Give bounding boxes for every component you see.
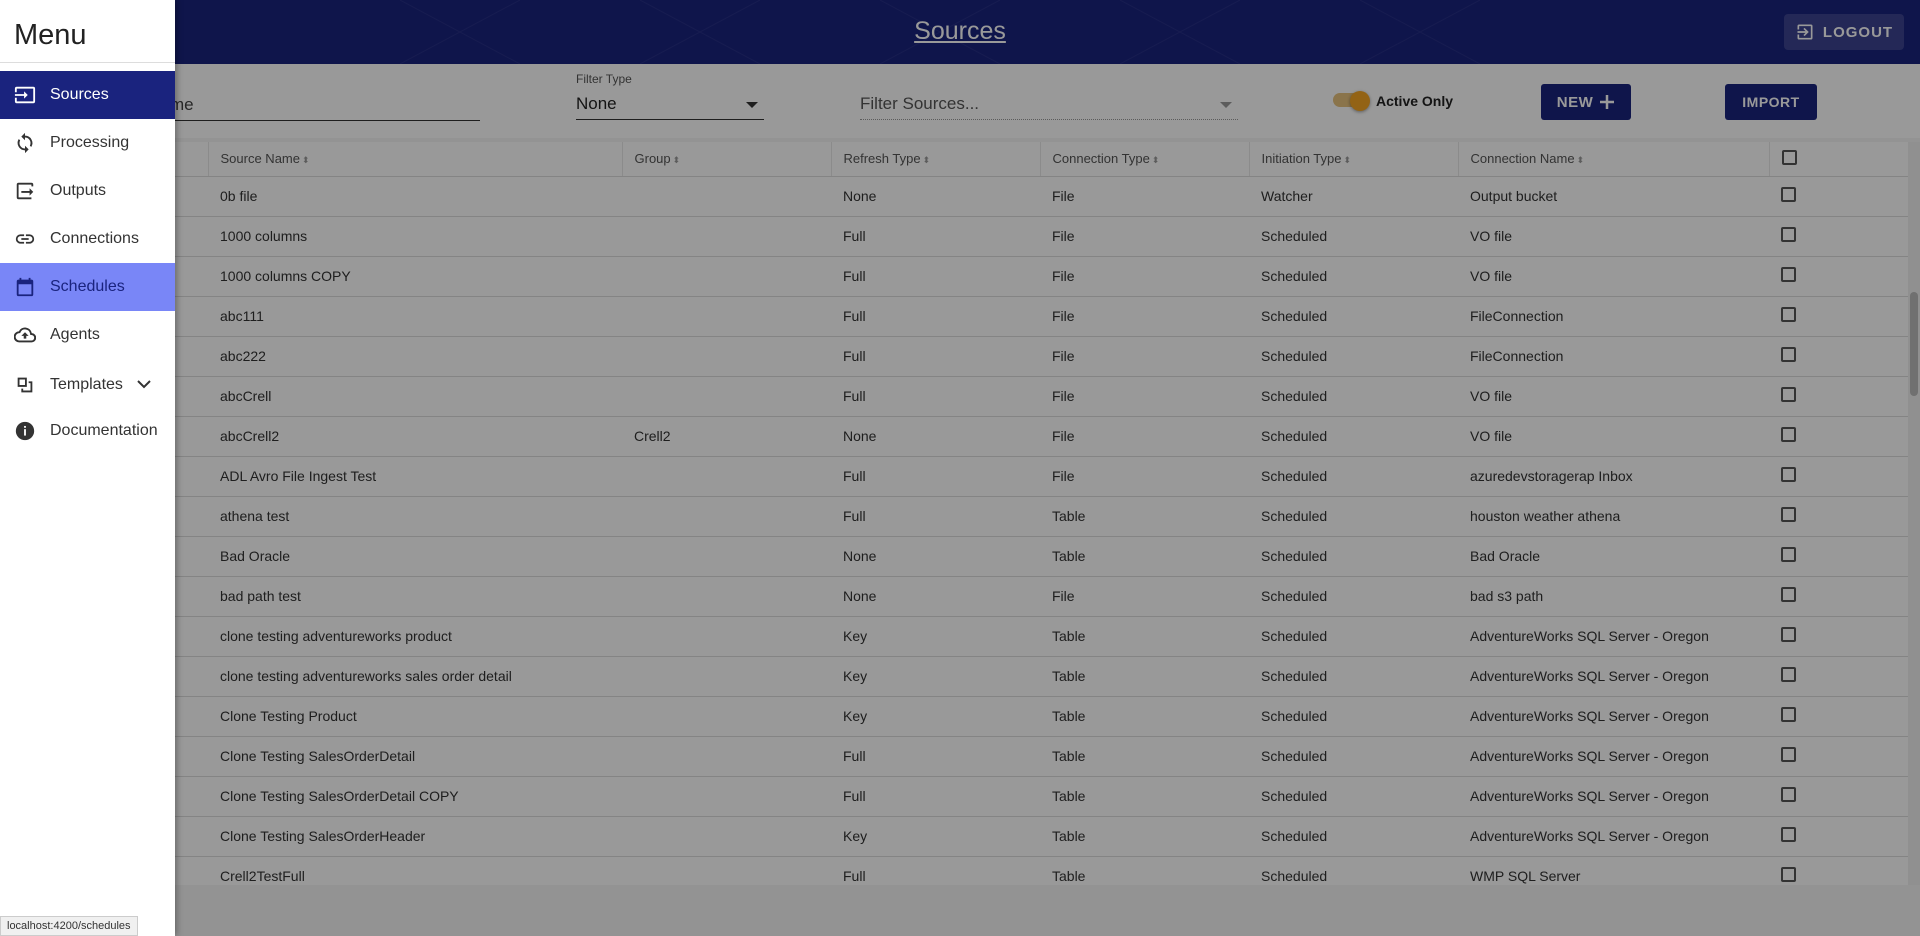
sidebar-item-processing[interactable]: Processing [0,119,175,167]
sidebar-item-documentation[interactable]: Documentation [0,407,175,455]
sidebar-item-label: Documentation [50,422,158,439]
sync-icon [0,132,50,154]
sidebar-item-label: Outputs [50,182,107,199]
sidebar-item-label: Sources [50,86,109,103]
sidebar-item-outputs[interactable]: Outputs [0,167,175,215]
sidebar-item-sources[interactable]: Sources [0,71,175,119]
sidebar-item-label: Templates [50,376,123,393]
drawer-backdrop[interactable] [0,0,1920,936]
side-menu: Menu Sources Processing Outputs Connections… [0,0,175,936]
output-icon [0,180,50,202]
sidebar-item-agents[interactable]: Agents [0,311,175,359]
sidebar-item-schedules[interactable]: Schedules [0,263,175,311]
input-icon [0,84,50,106]
sidebar-item-templates[interactable]: Templates [0,361,175,409]
sidebar-item-label: Agents [50,326,100,343]
info-icon [0,420,50,442]
sidebar-item-label: Connections [50,230,139,247]
calendar-icon [0,276,50,298]
sidebar-item-connections[interactable]: Connections [0,215,175,263]
sidebar-item-label: Schedules [50,278,125,295]
chevron-down-icon[interactable] [137,376,151,394]
menu-divider [0,62,175,63]
link-icon [0,228,50,250]
menu-title: Menu [14,19,87,51]
template-icon [0,374,50,396]
status-url: localhost:4200/schedules [0,916,138,936]
sidebar-item-label: Processing [50,134,130,151]
cloud-upload-icon [0,324,50,346]
